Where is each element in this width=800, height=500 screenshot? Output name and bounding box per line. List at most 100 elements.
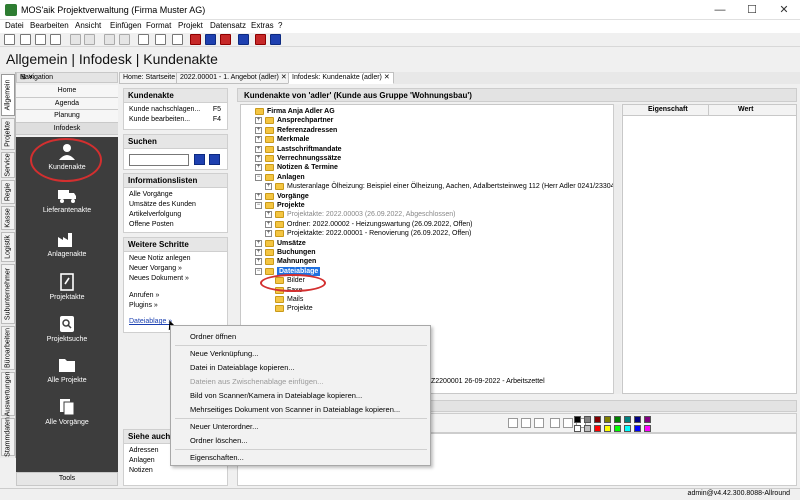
vtab-projekte[interactable]: Projekte [1, 118, 15, 150]
tree-row-partial[interactable]: Z2200001 26-09-2022 - Arbeitszettel [431, 378, 545, 385]
tree-row[interactable]: + Ansprechpartner [241, 116, 613, 125]
print-icon[interactable] [20, 34, 31, 45]
nav-anlagenakte[interactable]: Anlagenakte [16, 230, 118, 258]
menu-einfuegen[interactable]: Einfügen [110, 21, 142, 30]
nav-item-home[interactable]: Home [16, 85, 118, 98]
tree-row[interactable]: + Merkmale [241, 135, 613, 144]
link-plugins[interactable]: Plugins » [124, 302, 227, 312]
print-preview-icon[interactable] [35, 34, 46, 45]
menu-mehrseitiges-dokument[interactable]: Mehrseitiges Dokument von Scanner in Dat… [190, 405, 400, 414]
folder-red-icon[interactable] [220, 34, 231, 45]
expand-icon[interactable]: + [265, 230, 272, 238]
expand-icon[interactable]: + [255, 192, 262, 200]
close-icon[interactable]: ✕ [281, 74, 287, 81]
pin-close-icons[interactable]: ⊞ ✕ [20, 73, 114, 81]
document-icon[interactable] [138, 34, 149, 45]
tree-row[interactable]: + Musteranlage Ölheizung: Beispiel einer … [241, 182, 613, 191]
tree-row[interactable]: Projekte [241, 304, 613, 313]
mail-icon[interactable] [50, 34, 61, 45]
expand-icon[interactable]: + [255, 164, 262, 172]
menu-neue-verknuepfung[interactable]: Neue Verknüpfung... [190, 349, 258, 358]
minimize-button[interactable]: — [704, 0, 736, 20]
vtab-regie[interactable]: Regie [1, 180, 15, 204]
menu-datei-kopieren[interactable]: Datei in Dateiablage kopieren... [190, 363, 295, 372]
menu-ordner-loeschen[interactable]: Ordner löschen... [190, 436, 248, 445]
menu-ordner-oeffnen[interactable]: Ordner öffnen [190, 332, 236, 341]
link-neuer-vorgang[interactable]: Neuer Vorgang » [124, 265, 227, 275]
vtab-service[interactable]: Service [1, 152, 15, 178]
tree-row[interactable]: + Verrechnungssätze [241, 154, 613, 163]
vtab-kasse[interactable]: Kasse [1, 206, 15, 230]
search-input[interactable] [129, 154, 189, 166]
nav-projektsuche[interactable]: Projektsuche [16, 315, 118, 343]
close-button[interactable]: ✕ [768, 0, 800, 20]
nav-alle-vorgaenge[interactable]: Alle Vorgänge [16, 398, 118, 426]
vtab-subunternehmer[interactable]: Subunternehmer [1, 264, 15, 324]
color-swatch[interactable] [634, 416, 641, 423]
tree-row[interactable]: + Vorgänge [241, 192, 613, 201]
expand-icon[interactable]: + [255, 145, 262, 153]
vtab-logistik[interactable]: Logistik [1, 232, 15, 262]
link-anrufen[interactable]: Anrufen » [124, 292, 227, 302]
color-swatch[interactable] [624, 425, 631, 432]
tab-kundenakte[interactable]: Infodesk: Kundenakte (adler) ✕ [288, 72, 394, 84]
link-notizen[interactable]: Notizen [124, 467, 227, 477]
menu-datei[interactable]: Datei [5, 21, 24, 30]
tree-row[interactable]: + Lastschriftmandate [241, 145, 613, 154]
color-swatch[interactable] [644, 416, 651, 423]
menu-bearbeiten[interactable]: Bearbeiten [30, 21, 69, 30]
link-neue-notiz[interactable]: Neue Notiz anlegen [124, 255, 227, 265]
color-swatch[interactable] [584, 416, 591, 423]
expand-icon[interactable]: + [265, 183, 272, 191]
arrow-down-icon[interactable] [119, 34, 130, 45]
search-icon[interactable] [238, 34, 249, 45]
value-column-header[interactable]: Wert [738, 106, 753, 113]
vtab-bueroarbeiten[interactable]: Büroarbeiten [1, 326, 15, 370]
color-swatch[interactable] [624, 416, 631, 423]
expand-icon[interactable]: + [265, 211, 272, 219]
color-swatch[interactable] [604, 416, 611, 423]
property-column-header[interactable]: Eigenschaft [648, 106, 688, 113]
nav-lieferantenakte[interactable]: Lieferantenakte [16, 186, 118, 214]
collapse-icon[interactable]: − [255, 267, 262, 275]
link-neues-dokument[interactable]: Neues Dokument » [124, 275, 227, 285]
kunde-bearbeiten-link[interactable]: Kunde bearbeiten... F4 [124, 116, 227, 126]
tree-row[interactable]: − Projekte [241, 201, 613, 210]
tree-row[interactable]: + Buchungen [241, 248, 613, 257]
undo-icon[interactable] [70, 34, 81, 45]
menu-scanner-kamera[interactable]: Bild von Scanner/Kamera in Dateiablage k… [190, 391, 362, 400]
tree-row[interactable]: + Referenzadressen [241, 126, 613, 135]
color-swatch[interactable] [584, 425, 591, 432]
color-swatch[interactable] [614, 425, 621, 432]
refresh-icon[interactable] [172, 34, 183, 45]
color-swatch[interactable] [594, 416, 601, 423]
link-umsaetze[interactable]: Umsätze des Kunden [124, 201, 227, 211]
link-alle-vorgaenge[interactable]: Alle Vorgänge [124, 191, 227, 201]
redo-icon[interactable] [84, 34, 95, 45]
new-icon[interactable] [4, 34, 15, 45]
advanced-search-icon[interactable] [209, 154, 220, 165]
tree-row[interactable]: Firma Anja Adler AG [241, 107, 613, 116]
align-left-icon[interactable] [550, 418, 560, 428]
tree-row[interactable]: + Mahnungen [241, 257, 613, 266]
color-swatch[interactable] [644, 425, 651, 432]
expand-icon[interactable]: + [255, 258, 262, 266]
nav-projektakte[interactable]: Projektakte [16, 273, 118, 301]
kunde-nachschlagen-link[interactable]: Kunde nachschlagen... F5 [124, 106, 227, 116]
menu-eigenschaften[interactable]: Eigenschaften... [190, 453, 244, 462]
menu-extras[interactable]: Extras [251, 21, 274, 30]
expand-icon[interactable]: + [255, 136, 262, 144]
copy-icon[interactable] [155, 34, 166, 45]
tree-scrollbar[interactable] [613, 104, 621, 394]
nav-item-planung[interactable]: Planung [16, 110, 118, 123]
tree-row[interactable]: Mails [241, 295, 613, 304]
user-blue-icon[interactable] [205, 34, 216, 45]
expand-icon[interactable]: + [255, 117, 262, 125]
expand-icon[interactable]: + [255, 126, 262, 134]
menu-projekt[interactable]: Projekt [178, 21, 203, 30]
menu-help[interactable]: ? [278, 21, 282, 30]
collapse-icon[interactable]: − [255, 202, 262, 209]
expand-icon[interactable]: + [255, 249, 262, 256]
underline-icon[interactable] [534, 418, 544, 428]
tab-angebot[interactable]: 2022.00001 - 1. Angebot (adler) ✕ [176, 72, 291, 84]
